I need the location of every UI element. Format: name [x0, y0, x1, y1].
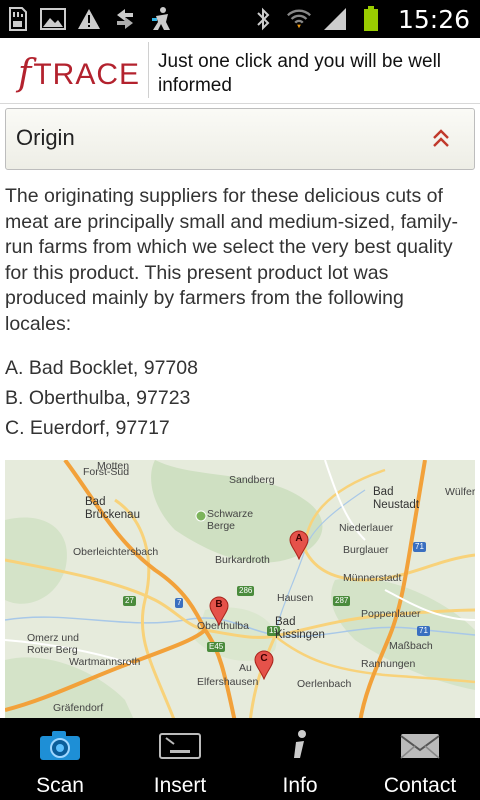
map-label: Elfershausen — [197, 676, 259, 688]
map-label: Omerz und Roter Berg — [27, 632, 79, 656]
map-label: Burkardroth — [215, 554, 270, 566]
locale-item: B. Oberthulba, 97723 — [5, 387, 191, 409]
nav-info-button[interactable]: Info — [240, 718, 360, 800]
map-label: Gräfendorf — [53, 702, 104, 714]
road-shield: 27 — [123, 596, 136, 606]
nav-label: Insert — [153, 774, 207, 797]
logo-text: TRACE — [33, 58, 141, 91]
nav-contact-button[interactable]: Contact — [360, 718, 480, 800]
locale-item: A. Bad Bocklet, 97708 — [5, 357, 198, 379]
road-shield: 71 — [413, 542, 426, 552]
sd-card-icon — [4, 6, 30, 32]
map-label: Au — [239, 662, 252, 674]
park-poi-icon — [195, 510, 207, 522]
battery-icon — [358, 6, 384, 32]
header-divider — [148, 42, 149, 98]
road-shield: 7 — [175, 598, 184, 608]
map-label: Hausen — [277, 592, 314, 604]
road-shield: 287 — [333, 596, 351, 606]
map-label: Burglauer — [343, 544, 389, 556]
map-label: Forst-Sud — [83, 466, 130, 478]
nav-label: Info — [282, 774, 318, 797]
road-shield: 286 — [237, 586, 255, 596]
signal-icon — [322, 6, 348, 32]
marker-label: A — [295, 533, 303, 544]
nav-label: Contact — [383, 774, 457, 797]
notification-icons — [4, 4, 174, 34]
nav-scan-button[interactable]: Scan — [0, 718, 120, 800]
map-label: Oerlenbach — [297, 678, 352, 690]
map-label: Poppenlauer — [361, 608, 421, 620]
keyboard-icon — [159, 733, 201, 759]
locale-list: A. Bad Bocklet, 97708 B. Oberthulba, 977… — [5, 354, 475, 444]
origin-map[interactable]: 27 7 286 287 71 E45 19 71 Motten Forst-S… — [5, 460, 475, 722]
section-title: Origin — [16, 125, 75, 150]
map-label: Bad Brückenau — [85, 496, 140, 521]
bottom-nav: Scan Insert Info Contact — [0, 718, 480, 800]
map-label: Sandberg — [229, 474, 275, 486]
marker-label: C — [260, 653, 268, 664]
locale-item: C. Euerdorf, 97717 — [5, 417, 170, 439]
warning-icon — [76, 6, 102, 32]
mail-icon — [400, 734, 440, 759]
app-notification-icon — [148, 6, 174, 32]
image-icon — [40, 6, 66, 32]
map-label: Bad Kissingen — [275, 616, 325, 641]
map-label: Oberleichtersbach — [73, 546, 159, 558]
info-icon — [294, 730, 306, 758]
double-chevron-up-icon[interactable] — [430, 127, 452, 151]
nav-insert-button[interactable]: Insert — [120, 718, 240, 800]
clock: 15:26 — [397, 4, 470, 34]
bluetooth-icon — [250, 6, 276, 32]
camera-icon — [40, 731, 80, 760]
origin-section-header[interactable]: Origin — [5, 108, 475, 170]
wifi-icon — [286, 6, 312, 32]
nav-label: Scan — [36, 774, 84, 797]
status-bar: 15:26 — [0, 0, 480, 38]
map-label: Schwarze Berge — [207, 508, 254, 532]
road-shield: 71 — [417, 626, 430, 636]
map-label: Münnerstadt — [343, 572, 402, 584]
map-label: Bad Neustadt — [373, 486, 420, 511]
app-header: f TRACE Just one click and you will be w… — [0, 38, 480, 104]
sync-icon — [112, 6, 138, 32]
map-marker-a[interactable]: A — [289, 530, 309, 560]
map-label: Niederlauer — [339, 522, 394, 534]
logo-f: f — [18, 53, 32, 94]
map-label: Wartmannsroth — [69, 656, 141, 668]
origin-description: The originating suppliers for these deli… — [5, 185, 458, 335]
map-label: Maßbach — [389, 640, 433, 652]
map-marker-b[interactable]: B — [209, 596, 229, 626]
map-marker-c[interactable]: C — [254, 650, 274, 680]
marker-label: B — [215, 599, 223, 610]
map-label: Rannungen — [361, 658, 416, 670]
map-label: Wülfers — [445, 486, 475, 498]
road-shield: E45 — [207, 642, 226, 652]
system-status-icons: 15:26 — [250, 4, 470, 34]
ftrace-logo: f TRACE — [18, 52, 140, 92]
tagline: Just one click and you will be well info… — [158, 51, 442, 96]
